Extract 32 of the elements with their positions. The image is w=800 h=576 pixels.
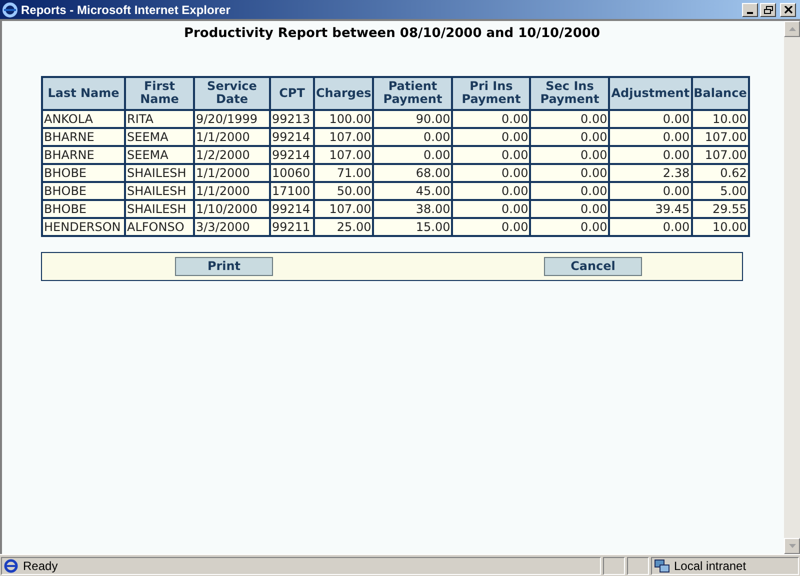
status-text: Ready [23, 558, 58, 574]
minimize-icon [747, 12, 753, 14]
status-pane [627, 556, 649, 574]
column-header: Last Name [42, 76, 125, 110]
status-pane [603, 556, 625, 574]
report-title: Productivity Report between 08/10/2000 and 10/10/2000 [182, 25, 602, 43]
column-header: Patient Payment [373, 76, 452, 110]
restore-icon [764, 6, 772, 14]
column-header: Charges [314, 76, 374, 110]
scrollbar[interactable] [784, 21, 800, 554]
restore-button[interactable] [760, 2, 776, 16]
down-arrow-icon [788, 544, 796, 548]
action-button[interactable]: Print [175, 256, 273, 276]
scroll-down-button[interactable] [784, 538, 800, 554]
column-header: Adjustment [609, 76, 692, 110]
column-header: Sec Ins Payment [530, 76, 610, 110]
minimize-button[interactable] [742, 2, 758, 16]
column-header: First Name [125, 76, 194, 110]
zone-text: Local intranet [674, 558, 746, 574]
column-header: Balance [692, 76, 749, 110]
page-icon [3, 558, 19, 574]
close-icon [784, 6, 792, 14]
up-arrow-icon [788, 27, 796, 31]
column-header: Pri Ins Payment [452, 76, 530, 110]
network-icon [654, 558, 670, 574]
scroll-up-button[interactable] [784, 21, 800, 37]
window-title: Reports - Microsoft Internet Explorer [21, 2, 230, 18]
close-button[interactable] [780, 2, 796, 16]
column-header: Service Date [194, 76, 270, 110]
browser-icon [2, 2, 18, 18]
action-button[interactable]: Cancel [544, 256, 642, 276]
column-header: CPT [270, 76, 314, 110]
